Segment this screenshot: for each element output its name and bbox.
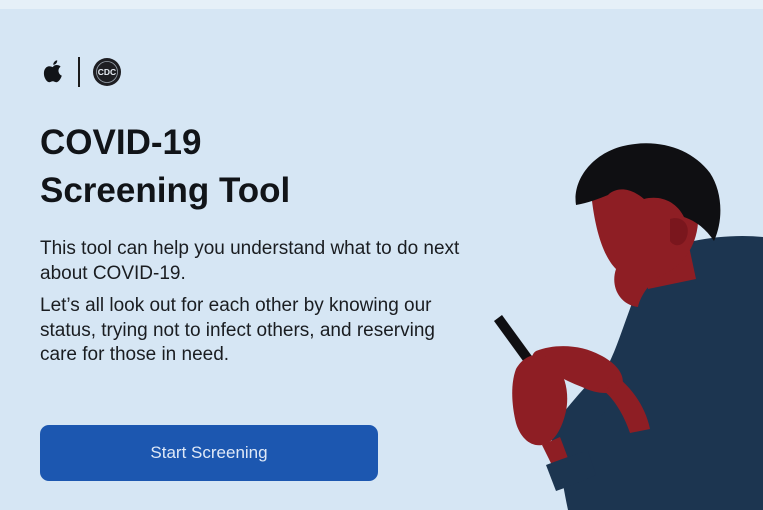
page-title-line-1: COVID-19 [40, 123, 202, 162]
apple-icon [43, 60, 62, 83]
person-with-phone-illustration [494, 143, 763, 510]
description-paragraph-1: This tool can help you understand what t… [40, 238, 460, 284]
screening-intro-panel: CDC COVID-19 Screening Tool This tool ca… [0, 9, 763, 510]
cdc-logo-icon: CDC [93, 58, 121, 86]
svg-text:CDC: CDC [98, 67, 116, 77]
page-title-line-2: Screening Tool [40, 171, 291, 210]
top-strip [0, 0, 763, 9]
logo-divider [78, 57, 80, 87]
description-paragraph-2: Let’s all look out for each other by kno… [40, 295, 435, 365]
page-title: COVID-19 Screening Tool [40, 119, 460, 215]
logo-row: CDC [40, 54, 122, 90]
start-screening-button[interactable]: Start Screening [40, 425, 378, 481]
